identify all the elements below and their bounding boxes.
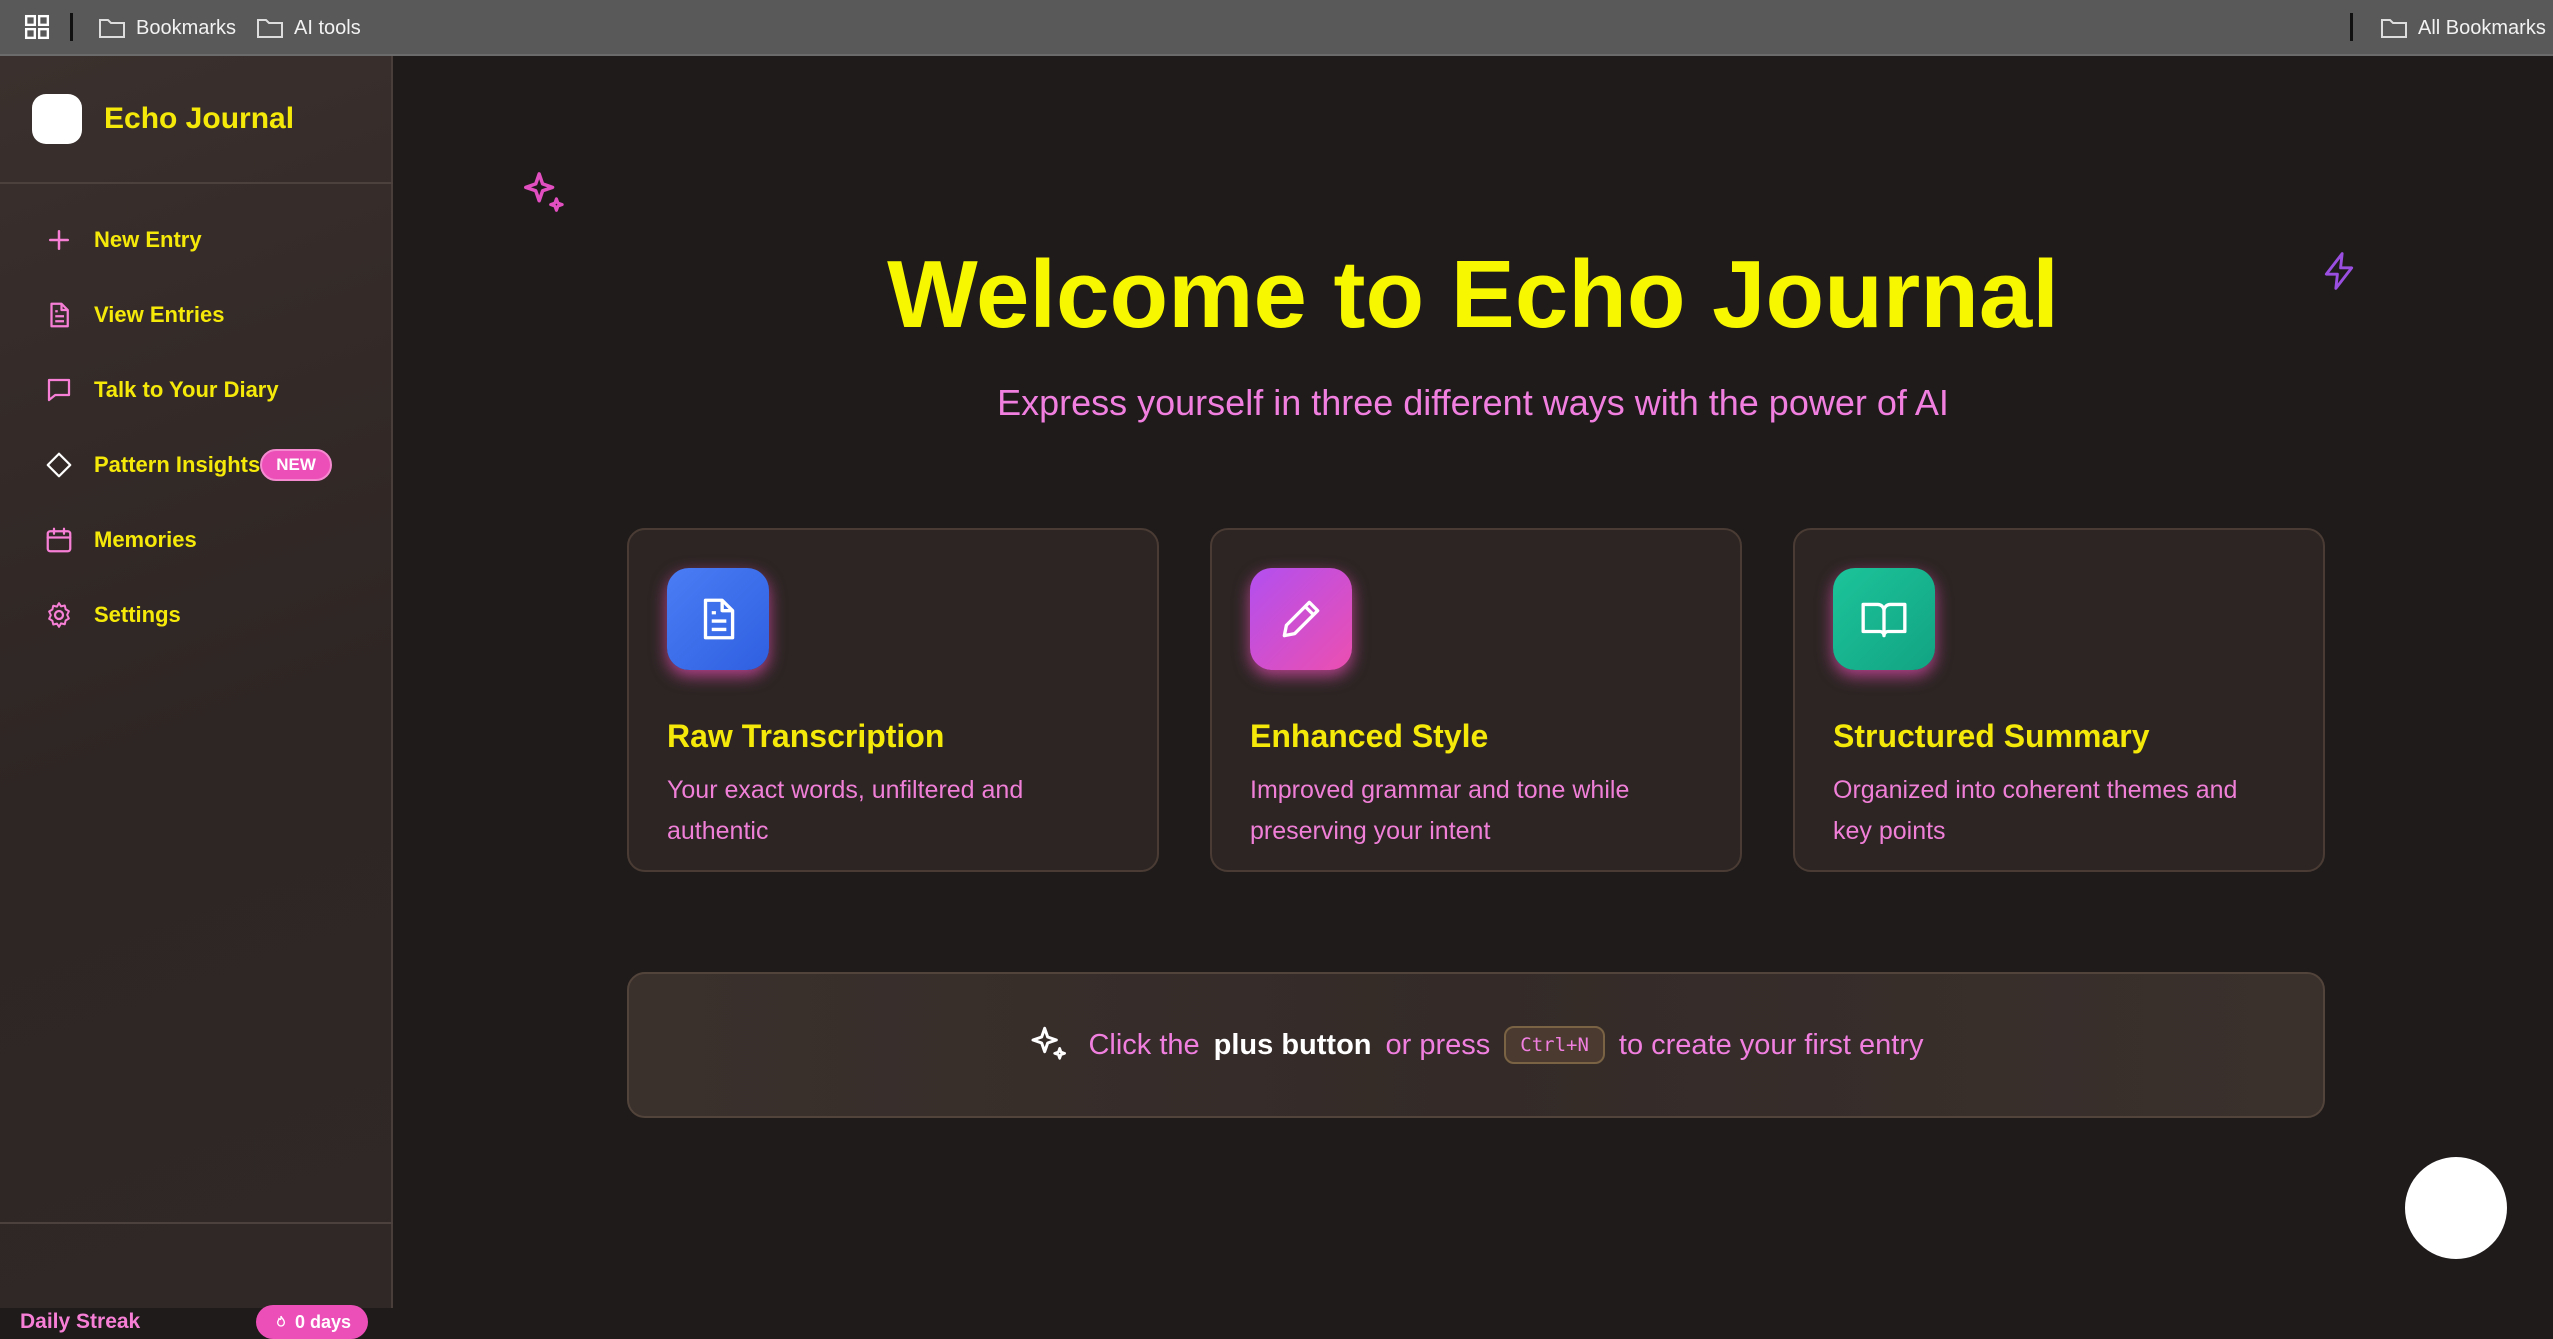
sidebar-item-label: Memories [94,527,197,552]
page-subtitle: Express yourself in three different ways… [997,382,1949,423]
mode-card-enhanced-style[interactable]: Enhanced Style Improved grammar and tone… [1210,528,1742,872]
new-badge: NEW [260,449,332,481]
app-name: Echo Journal [104,102,295,135]
card-description: Your exact words, unfiltered and authent… [667,776,1024,845]
keyboard-shortcut: Ctrl+N [1504,1026,1605,1064]
app-logo [32,94,82,144]
pencil-icon [1282,600,1320,638]
hint-text-suffix: to create your first entry [1618,1028,1924,1061]
daily-streak-label: Daily Streak [20,1310,141,1333]
chat-icon [47,378,71,402]
card-icon-box [1250,568,1352,670]
sidebar-item-pattern-insights[interactable]: Pattern Insights NEW [44,445,332,485]
sidebar-item-talk-to-diary[interactable]: Talk to Your Diary [44,370,279,410]
card-icon-box [667,568,769,670]
bookmarks-separator [2350,13,2353,41]
card-description: Improved grammar and tone while preservi… [1250,776,1630,845]
bookmark-folder-label: AI tools [294,16,361,39]
mode-card-structured-summary[interactable]: Structured Summary Organized into cohere… [1793,528,2325,872]
hint-text-prefix: Click the [1088,1028,1200,1061]
sidebar-item-view-entries[interactable]: View Entries [44,295,224,335]
bookmark-folder-label: Bookmarks [136,16,237,39]
streak-badge: 0 days [256,1305,368,1339]
page-title: Welcome to Echo Journal [887,241,2059,348]
sidebar-item-label: New Entry [94,227,202,252]
card-description: Organized into coherent themes and key p… [1833,776,2238,845]
create-entry-hint: Click the plus button or press Ctrl+N to… [627,972,2325,1118]
folder-icon [257,19,283,38]
bookmark-folder-ai-tools[interactable]: AI tools [256,0,361,56]
folder-icon [2381,19,2407,38]
sidebar-item-label: Settings [94,602,181,627]
hint-plus-button-text: plus button [1213,1028,1372,1061]
all-bookmarks-button[interactable]: All Bookmarks [2380,0,2546,56]
sidebar: Echo Journal New Entry View Entries Talk… [0,56,393,1339]
sidebar-item-label: Pattern Insights [94,452,261,477]
card-title: Structured Summary [1833,718,2150,754]
sidebar-item-memories[interactable]: Memories [44,520,197,560]
sparkles-icon [1031,1026,1067,1060]
apps-grid-icon[interactable] [24,14,50,40]
card-title: Enhanced Style [1250,718,1489,754]
document-icon [703,598,735,640]
sparkles-icon [524,172,564,212]
card-title: Raw Transcription [667,718,945,754]
mode-card-raw-transcription[interactable]: Raw Transcription Your exact words, unfi… [627,528,1159,872]
bookmarks-separator [70,13,73,41]
card-icon-box [1833,568,1935,670]
sidebar-divider [0,1222,393,1224]
folder-icon [99,19,125,38]
book-icon [1861,602,1907,638]
plus-icon [49,230,69,250]
sidebar-item-settings[interactable]: Settings [44,595,181,635]
sidebar-divider [0,182,393,184]
flame-icon [276,1315,285,1327]
sidebar-item-label: Talk to Your Diary [94,377,279,402]
document-icon [50,302,69,328]
brand[interactable]: Echo Journal [32,94,294,144]
bookmarks-bar: Bookmarks AI tools All Bookmarks [0,0,2553,56]
calendar-icon [46,527,72,553]
gear-icon [48,602,70,628]
all-bookmarks-label: All Bookmarks [2418,16,2546,39]
new-entry-fab[interactable] [2405,1157,2507,1259]
streak-value: 0 days [294,1311,352,1332]
bookmark-folder-bookmarks[interactable]: Bookmarks [98,0,236,56]
sidebar-item-label: View Entries [94,302,225,327]
sidebar-item-new-entry[interactable]: New Entry [44,220,202,260]
hint-text-middle: or press [1385,1028,1491,1061]
diamond-icon [46,452,72,478]
